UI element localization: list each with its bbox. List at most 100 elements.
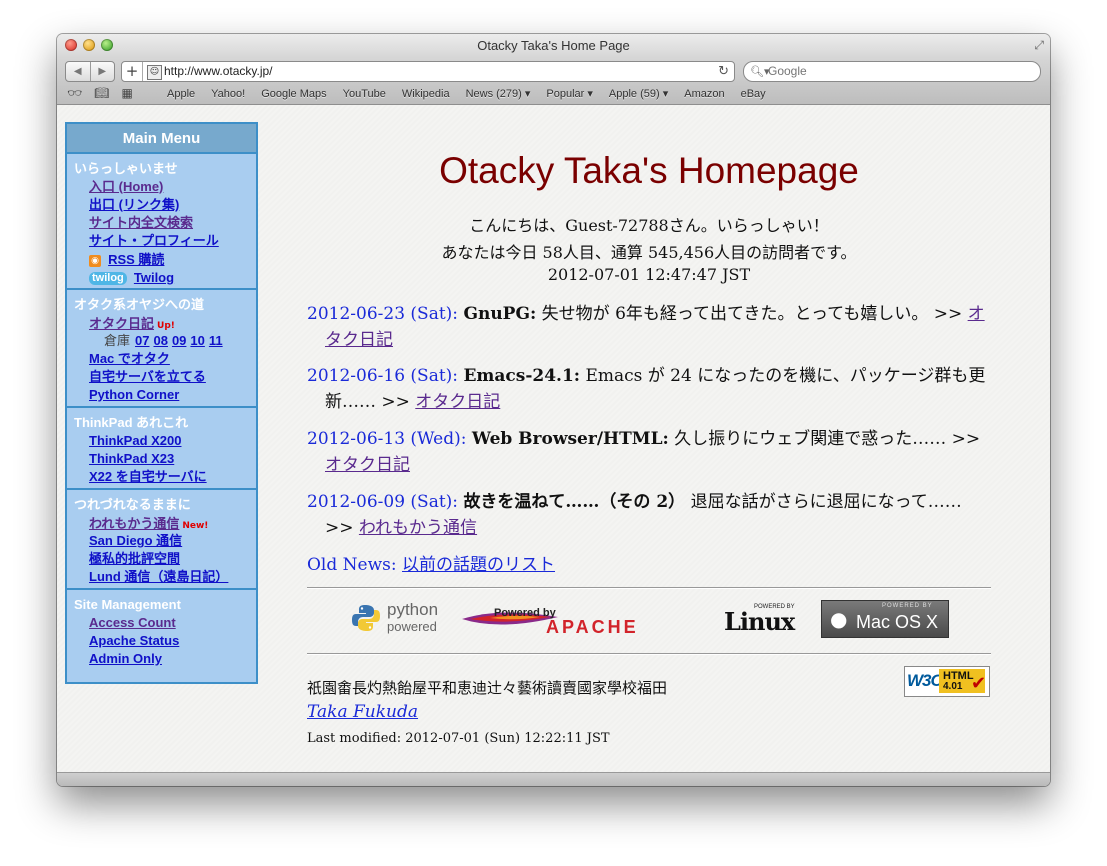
python-powered-logo[interactable]: python powered	[351, 600, 451, 636]
bookmark-tools: 👓︎ 📖︎ ▦	[67, 86, 133, 100]
address-bar[interactable]: + ☺ http://www.otacky.jp/ ↻	[121, 61, 735, 82]
menu-link-access-count[interactable]: Access Count	[89, 614, 256, 632]
menu-link-criticism[interactable]: 極私的批評空間	[89, 550, 256, 568]
news-link[interactable]: オタク日記	[415, 392, 500, 412]
menu-row-twilog: twilog Twilog	[89, 268, 256, 286]
bookmark-google-maps[interactable]: Google Maps	[253, 84, 334, 104]
menu-title: Main Menu	[67, 124, 256, 154]
news-item: 2012-06-13 (Wed): Web Browser/HTML: 久し振り…	[307, 426, 991, 478]
bookmark-apple[interactable]: Apple	[159, 84, 203, 104]
linux-powered-logo[interactable]: POWERED BY Linux	[722, 600, 814, 636]
news-item: 2012-06-23 (Sat): GnuPG: 失せ物が 6年も経って出てきた…	[307, 301, 991, 353]
macosx-powered-logo[interactable]: POWERED BY ● Mac OS X	[821, 600, 949, 638]
menu-link-home-server[interactable]: 自宅サーバを立てる	[89, 368, 256, 386]
archive-link-10[interactable]: 10	[190, 333, 204, 348]
news-title: GnuPG:	[463, 304, 537, 324]
new-badge: New!	[182, 521, 209, 531]
menu-link-apache-status[interactable]: Apache Status	[89, 632, 256, 650]
search-bar[interactable]: 🔍︎▾	[743, 61, 1041, 82]
bookmark-apple-folder[interactable]: Apple (59) ▾	[601, 84, 676, 104]
current-datetime: 2012-07-01 12:47:47 JST	[547, 265, 751, 284]
menu-link-rss[interactable]: RSS 購読	[108, 252, 164, 267]
menu-section-title: Site Management	[74, 597, 181, 612]
bookmark-ebay[interactable]: eBay	[733, 84, 774, 104]
menu-section-title: つれづれなるままに	[74, 497, 191, 512]
apache-logo-text: APACHE	[546, 617, 639, 637]
twilog-icon: twilog	[89, 272, 127, 285]
url-text[interactable]: http://www.otacky.jp/	[164, 62, 273, 81]
menu-section-site-management: Site Management Access Count Apache Stat…	[67, 590, 256, 670]
toolbar: ◀ ▶ + ☺ http://www.otacky.jp/ ↻ 🔍︎▾	[57, 58, 1050, 84]
archive-link-07[interactable]: 07	[135, 333, 149, 348]
old-news-label: Old News:	[307, 555, 397, 575]
news-date: 2012-06-23 (Sat):	[307, 304, 459, 324]
menu-link-python[interactable]: Python Corner	[89, 386, 256, 404]
menu-link-admin[interactable]: Admin Only	[89, 650, 256, 668]
menu-link-otaku-diary[interactable]: オタク日記	[89, 316, 154, 331]
add-bookmark-icon[interactable]: +	[122, 62, 143, 81]
forward-button[interactable]: ▶	[91, 62, 115, 81]
w3c-badge-version: 4.01	[943, 681, 963, 692]
linux-logo-text: Linux	[724, 607, 795, 636]
title-bar: Otacky Taka's Home Page ⤢	[57, 34, 1050, 58]
search-icon: 🔍︎▾	[750, 65, 770, 78]
reload-icon[interactable]: ↻	[718, 62, 729, 81]
top-sites-icon[interactable]: ▦	[121, 86, 132, 100]
menu-section-otaku: オタク系オヤジへの道 オタク日記 Up! 倉庫 07 08 09 10 11 Mac でオタ…	[67, 290, 256, 408]
bookmark-wikipedia[interactable]: Wikipedia	[394, 84, 458, 104]
menu-link-twilog[interactable]: Twilog	[134, 270, 174, 285]
menu-section-title: いらっしゃいませ	[74, 161, 178, 176]
apache-powered-logo[interactable]: Powered by APACHE	[458, 600, 708, 637]
bookmarks-icon[interactable]: 📖︎	[94, 86, 109, 100]
menu-link-profile[interactable]: サイト・プロフィール	[89, 232, 256, 250]
menu-link-waremokou[interactable]: われもかう通信	[89, 516, 179, 531]
w3c-html-badge[interactable]: W3C HTML 4.01 ✔	[904, 666, 990, 697]
bookmark-popular[interactable]: Popular ▾	[538, 84, 601, 104]
news-link[interactable]: われもかう通信	[359, 518, 477, 538]
back-button[interactable]: ◀	[66, 62, 91, 81]
search-input[interactable]	[768, 63, 1018, 79]
bookmark-amazon[interactable]: Amazon	[676, 84, 732, 104]
python-logo-text: python	[387, 600, 439, 619]
archive-label: 倉庫	[104, 333, 131, 348]
bookmark-yahoo[interactable]: Yahoo!	[203, 84, 253, 104]
archive-link-11[interactable]: 11	[209, 333, 223, 348]
main-menu: Main Menu いらっしゃいませ 入口 (Home) 出口 (リンク集) サ…	[65, 122, 258, 684]
news-title: Web Browser/HTML:	[471, 429, 669, 449]
menu-link-home[interactable]: 入口 (Home)	[89, 178, 256, 196]
menu-link-mac[interactable]: Mac でオタク	[89, 350, 256, 368]
menu-section-title: オタク系オヤジへの道	[74, 297, 205, 312]
mac-logo-pretext: POWERED BY	[882, 603, 933, 609]
archive-row: 倉庫 07 08 09 10 11	[104, 332, 256, 350]
menu-section-title: ThinkPad あれこれ	[74, 415, 189, 430]
archive-link-08[interactable]: 08	[153, 333, 167, 348]
python-logo-subtext: powered	[387, 619, 437, 634]
menu-link-x22[interactable]: X22 を自宅サーバに	[89, 468, 256, 486]
menu-row-diary: オタク日記 Up!	[89, 314, 256, 332]
author-link[interactable]: Taka Fukuda	[307, 702, 418, 722]
menu-link-search[interactable]: サイト内全文検索	[89, 214, 256, 232]
divider	[307, 587, 991, 589]
menu-link-san-diego[interactable]: San Diego 通信	[89, 532, 256, 550]
old-news-link[interactable]: 以前の話題のリスト	[402, 555, 555, 575]
page-content: Main Menu いらっしゃいませ 入口 (Home) 出口 (リンク集) サ…	[57, 105, 1050, 772]
rss-icon: ◉	[89, 255, 101, 267]
bookmarks-bar: 👓︎ 📖︎ ▦ Apple Yahoo! Google Maps YouTube…	[57, 84, 1050, 105]
fullscreen-icon[interactable]: ⤢	[1034, 38, 1044, 53]
bookmark-news[interactable]: News (279) ▾	[458, 84, 539, 104]
mac-logo-text: Mac OS X	[856, 612, 939, 632]
news-link[interactable]: オタク日記	[325, 455, 410, 475]
menu-link-x23[interactable]: ThinkPad X23	[89, 450, 256, 468]
menu-link-lund[interactable]: Lund 通信（遠島日記）	[89, 568, 256, 586]
news-item: 2012-06-09 (Sat): 故きを温ねて……（その 2） 退屈な話がさら…	[307, 489, 991, 541]
status-bar	[57, 772, 1050, 786]
menu-link-x200[interactable]: ThinkPad X200	[89, 432, 256, 450]
archive-link-09[interactable]: 09	[172, 333, 186, 348]
reading-list-icon[interactable]: 👓︎	[67, 86, 82, 100]
news-text: 失せ物が 6年も経って出てきた。とっても嬉しい。 >>	[536, 304, 968, 324]
bookmark-youtube[interactable]: YouTube	[335, 84, 394, 104]
greeting-line: こんにちは、Guest-72788さん。いらっしゃい！	[469, 216, 829, 235]
news-date: 2012-06-13 (Wed):	[307, 429, 467, 449]
menu-link-exit[interactable]: 出口 (リンク集)	[89, 196, 256, 214]
last-modified: Last modified: 2012-07-01 (Sun) 12:22:11…	[307, 731, 610, 746]
